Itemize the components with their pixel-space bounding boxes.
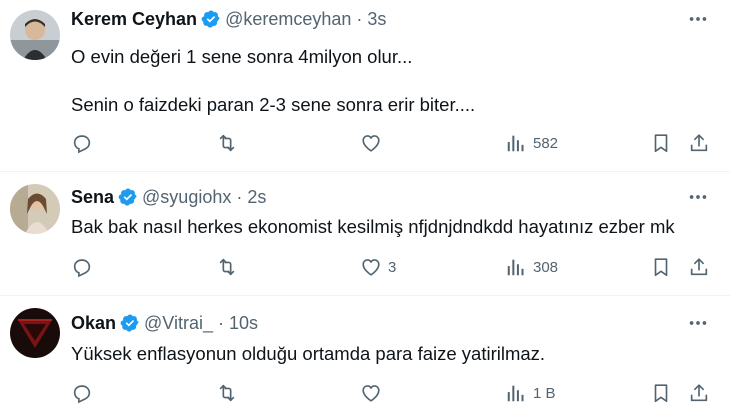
tweet-header: Okan @Vitrai_ · 10s: [71, 311, 258, 335]
handle[interactable]: @syugiohx: [142, 185, 231, 209]
bookmark-button[interactable]: [650, 381, 672, 405]
retweet-button[interactable]: [216, 381, 244, 405]
action-bar: 1 B: [0, 381, 730, 405]
separator-dot: ·: [236, 187, 243, 207]
like-button[interactable]: 3: [360, 255, 396, 279]
verified-badge-icon: [118, 188, 137, 206]
avatar[interactable]: [10, 184, 60, 234]
tweet-text-line: Bak bak nasıl herkes ekonomist kesilmiş …: [71, 216, 675, 237]
retweet-button[interactable]: [216, 131, 244, 155]
view-count: 582: [533, 134, 559, 152]
analytics-icon: [507, 385, 524, 402]
share-button[interactable]: [688, 381, 710, 405]
view-count: 308: [533, 258, 559, 276]
retweet-icon: [219, 134, 235, 152]
share-icon: [690, 134, 708, 152]
tweet-1[interactable]: Kerem Ceyhan @keremceyhan · 3s O evin de…: [0, 0, 730, 172]
share-button[interactable]: [688, 255, 710, 279]
views-button[interactable]: 308: [505, 255, 558, 279]
tweet-3[interactable]: Okan @Vitrai_ · 10s Yüksek enflasyonun o…: [0, 296, 730, 420]
action-bar: 582: [0, 131, 730, 155]
bookmark-icon: [654, 258, 668, 277]
analytics-icon: [507, 259, 524, 276]
handle[interactable]: @keremceyhan: [225, 7, 351, 31]
more-options-icon[interactable]: [686, 7, 710, 31]
views-button[interactable]: 582: [505, 131, 558, 155]
heart-icon: [362, 135, 380, 152]
display-name[interactable]: Okan: [71, 311, 116, 335]
share-button[interactable]: [688, 131, 710, 155]
tweet-2[interactable]: Sena @syugiohx · 2s Bak bak nasıl herkes…: [0, 172, 730, 296]
timestamp[interactable]: 2s: [247, 185, 266, 209]
bookmark-button[interactable]: [650, 255, 672, 279]
bookmark-icon: [654, 384, 668, 403]
separator-dot: ·: [356, 9, 363, 29]
display-name[interactable]: Sena: [71, 185, 114, 209]
display-name[interactable]: Kerem Ceyhan: [71, 7, 197, 31]
views-button[interactable]: 1 B: [505, 381, 556, 405]
tweet-header: Sena @syugiohx · 2s: [71, 185, 266, 209]
reply-button[interactable]: [71, 255, 99, 279]
timestamp[interactable]: 10s: [229, 311, 258, 335]
heart-icon: [362, 259, 380, 276]
verified-badge-icon: [120, 314, 139, 332]
more-options-icon[interactable]: [686, 185, 710, 209]
reply-icon: [73, 259, 91, 278]
reply-icon: [73, 385, 91, 404]
like-button[interactable]: [360, 381, 388, 405]
analytics-icon: [507, 135, 524, 152]
verified-badge-icon: [201, 10, 220, 28]
avatar[interactable]: [10, 10, 60, 60]
tweet-text-line: Yüksek enflasyonun olduğu ortamda para f…: [71, 343, 546, 364]
handle[interactable]: @Vitrai_: [144, 311, 213, 335]
heart-icon: [362, 385, 380, 402]
tweet-text-line: O evin değeri 1 sene sonra 4milyon olur.…: [71, 46, 413, 67]
more-options-icon[interactable]: [686, 311, 710, 335]
retweet-icon: [219, 258, 235, 276]
tweet-text-line: Senin o faizdeki paran 2-3 sene sonra er…: [71, 94, 476, 115]
share-icon: [690, 258, 708, 276]
reply-icon: [73, 135, 91, 154]
view-count: 1 B: [533, 384, 556, 402]
reply-button[interactable]: [71, 381, 99, 405]
share-icon: [690, 384, 708, 402]
reply-button[interactable]: [71, 131, 99, 155]
separator-dot: ·: [218, 313, 224, 333]
like-button[interactable]: [360, 131, 388, 155]
retweet-icon: [219, 384, 235, 402]
bookmark-button[interactable]: [650, 131, 672, 155]
tweet-header: Kerem Ceyhan @keremceyhan · 3s: [71, 7, 386, 31]
like-count: 3: [388, 258, 397, 276]
retweet-button[interactable]: [216, 255, 244, 279]
bookmark-icon: [654, 134, 668, 153]
timestamp[interactable]: 3s: [367, 7, 386, 31]
action-bar: 3 308: [0, 255, 730, 279]
avatar[interactable]: [10, 308, 60, 358]
